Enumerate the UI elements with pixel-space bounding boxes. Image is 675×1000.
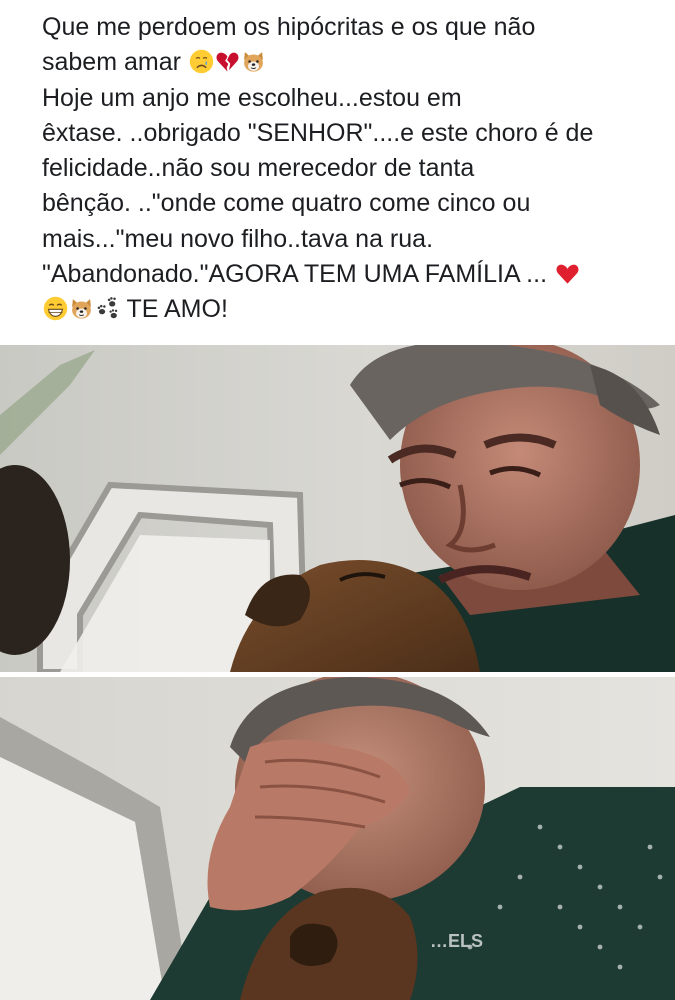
post-line-text: "Abandonado."AGORA TEM UMA FAMÍLIA ... bbox=[42, 260, 548, 289]
post-line-text: felicidade..não sou merecedor de tanta bbox=[42, 154, 475, 183]
photo-man-hugging-dog[interactable] bbox=[0, 345, 675, 672]
post-line: TE AMO! bbox=[42, 292, 648, 327]
dog-face-icon bbox=[72, 299, 91, 320]
post-line-text: Que me perdoem os hipócritas e os que nã… bbox=[42, 13, 536, 41]
post-line-text: TE AMO! bbox=[126, 295, 228, 324]
broken-heart-icon bbox=[216, 52, 239, 72]
post-line-text: bênção. .."onde come quatro come cinco o… bbox=[42, 189, 531, 218]
photo-2-image: …ELS bbox=[0, 677, 675, 1000]
post-card: Que me perdoem os hipócritas e os que nã… bbox=[0, 0, 675, 1000]
post-line: sabem amar bbox=[42, 45, 648, 80]
crying-face-icon bbox=[189, 50, 214, 74]
post-line: "Abandonado."AGORA TEM UMA FAMÍLIA ... bbox=[42, 257, 648, 292]
post-line-text: sabem amar bbox=[42, 48, 181, 77]
red-heart-icon bbox=[556, 264, 579, 284]
post-line: bênção. .."onde come quatro come cinco o… bbox=[42, 186, 648, 221]
photo-man-crying-with-dog[interactable]: …ELS bbox=[0, 677, 675, 1000]
post-line-text: Hoje um anjo me escolheu...estou em bbox=[42, 83, 462, 112]
post-line: felicidade..não sou merecedor de tanta bbox=[42, 151, 648, 186]
shirt-print-text: …ELS bbox=[430, 931, 483, 951]
post-text: Que me perdoem os hipócritas e os que nã… bbox=[42, 10, 648, 328]
dog-face-icon bbox=[244, 52, 263, 72]
post-line: Que me perdoem os hipócritas e os que nã… bbox=[42, 10, 648, 45]
post-line-text: mais..."meu novo filho..tava na rua. bbox=[42, 224, 434, 253]
paw-prints-icon bbox=[97, 297, 118, 319]
post-line: mais..."meu novo filho..tava na rua. bbox=[42, 222, 648, 257]
post-line: Hoje um anjo me escolheu...estou em bbox=[42, 81, 648, 116]
photo-1-image bbox=[0, 345, 675, 672]
grinning-face-icon bbox=[43, 297, 68, 321]
post-line-text: êxtase. ..obrigado "SENHOR"....e este ch… bbox=[42, 118, 594, 147]
post-line: êxtase. ..obrigado "SENHOR"....e este ch… bbox=[42, 116, 648, 151]
